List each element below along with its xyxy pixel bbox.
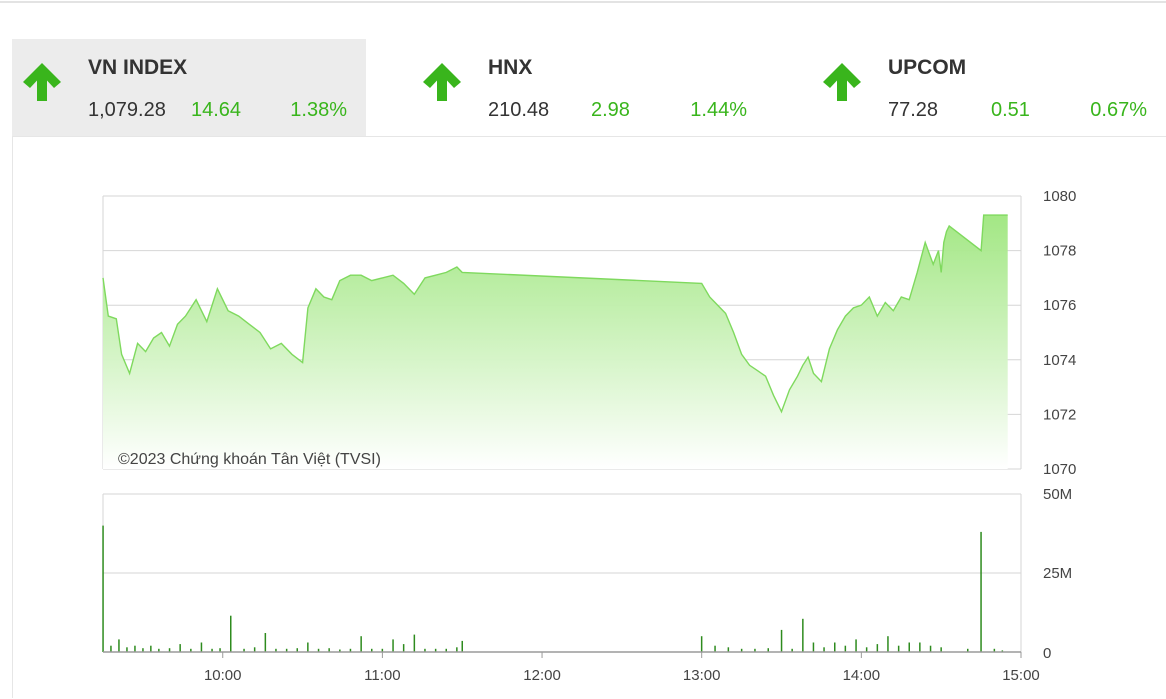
x-tick-label: 10:00 bbox=[204, 667, 242, 684]
volume-tick-label: 0 bbox=[1043, 645, 1051, 662]
volume-bar bbox=[102, 525, 104, 652]
volume-bar bbox=[919, 642, 921, 652]
volume-bar bbox=[110, 645, 112, 652]
price-tick-label: 1074 bbox=[1043, 352, 1076, 369]
volume-bar bbox=[134, 645, 136, 652]
index-percent: 0.67% bbox=[1090, 99, 1147, 121]
volume-bar bbox=[230, 615, 232, 652]
x-tick-label: 13:00 bbox=[683, 667, 721, 684]
index-value: 210.48 bbox=[488, 99, 550, 121]
volume-bar bbox=[360, 636, 362, 652]
volume-bar bbox=[714, 645, 716, 652]
volume-bar bbox=[402, 644, 405, 652]
volume-bar bbox=[118, 639, 120, 652]
volume-tick-label: 25M bbox=[1043, 565, 1072, 582]
volume-bar bbox=[264, 633, 267, 652]
volume-bar bbox=[780, 629, 783, 652]
volume-bar bbox=[980, 531, 982, 652]
price-tick-label: 1072 bbox=[1043, 406, 1076, 423]
volume-bar bbox=[844, 645, 847, 652]
index-change: 2.98 bbox=[591, 99, 630, 121]
volume-bar bbox=[897, 645, 900, 652]
x-tick-label: 14:00 bbox=[843, 667, 881, 684]
index-name: VN INDEX bbox=[88, 56, 188, 79]
volume-bar bbox=[855, 639, 857, 652]
volume-bar bbox=[150, 645, 152, 652]
index-percent: 1.38% bbox=[290, 99, 347, 121]
chart-panel: 1080 1078 1076 1074 1072 1070 50M 25M 0 10:00 11… bbox=[12, 136, 1166, 698]
index-value: 1,079.28 bbox=[88, 99, 166, 121]
volume-bar bbox=[200, 642, 203, 652]
index-name: UPCOM bbox=[888, 56, 967, 79]
volume-bar bbox=[307, 642, 309, 652]
arrow-up-icon bbox=[423, 63, 461, 101]
volume-bar bbox=[802, 618, 804, 652]
price-tick-label: 1080 bbox=[1043, 188, 1076, 205]
price-area-fill bbox=[103, 215, 1008, 469]
volume-bar bbox=[876, 644, 879, 652]
volume-bar bbox=[700, 636, 703, 652]
copyright-label: ©2023 Chứng khoán Tân Việt (TVSI) bbox=[118, 451, 381, 468]
volume-bar bbox=[461, 640, 463, 652]
volume-bar bbox=[887, 636, 889, 652]
volume-bar bbox=[929, 645, 932, 652]
volume-bar bbox=[179, 644, 181, 652]
volume-bar bbox=[834, 642, 836, 652]
index-change: 0.51 bbox=[991, 99, 1030, 121]
arrow-up-icon bbox=[823, 63, 861, 101]
volume-bar bbox=[413, 634, 416, 652]
index-chart: 1080 1078 1076 1074 1072 1070 50M 25M 0 10:00 11… bbox=[102, 188, 1076, 684]
index-tab-1[interactable]: HNX 210.48 2.98 1.44% bbox=[412, 39, 752, 136]
top-divider bbox=[0, 1, 1166, 3]
price-tick-label: 1070 bbox=[1043, 461, 1076, 478]
volume-bar bbox=[908, 642, 910, 652]
index-tab-0[interactable]: VN INDEX 1,079.28 14.64 1.38% bbox=[12, 39, 366, 136]
volume-tick-label: 50M bbox=[1043, 486, 1072, 503]
x-tick-label: 11:00 bbox=[364, 667, 400, 684]
x-tick-label: 12:00 bbox=[523, 667, 561, 684]
arrow-up-icon bbox=[23, 63, 61, 101]
price-tick-label: 1076 bbox=[1043, 297, 1076, 314]
index-change: 14.64 bbox=[191, 99, 242, 121]
price-tick-label: 1078 bbox=[1043, 243, 1076, 260]
index-name: HNX bbox=[488, 56, 533, 79]
volume-bar bbox=[812, 642, 815, 652]
index-percent: 1.44% bbox=[690, 99, 747, 121]
index-tab-2[interactable]: UPCOM 77.28 0.51 0.67% bbox=[812, 39, 1166, 136]
index-value: 77.28 bbox=[888, 99, 939, 121]
volume-bar bbox=[392, 639, 394, 652]
x-tick-label: 15:00 bbox=[1002, 667, 1040, 684]
